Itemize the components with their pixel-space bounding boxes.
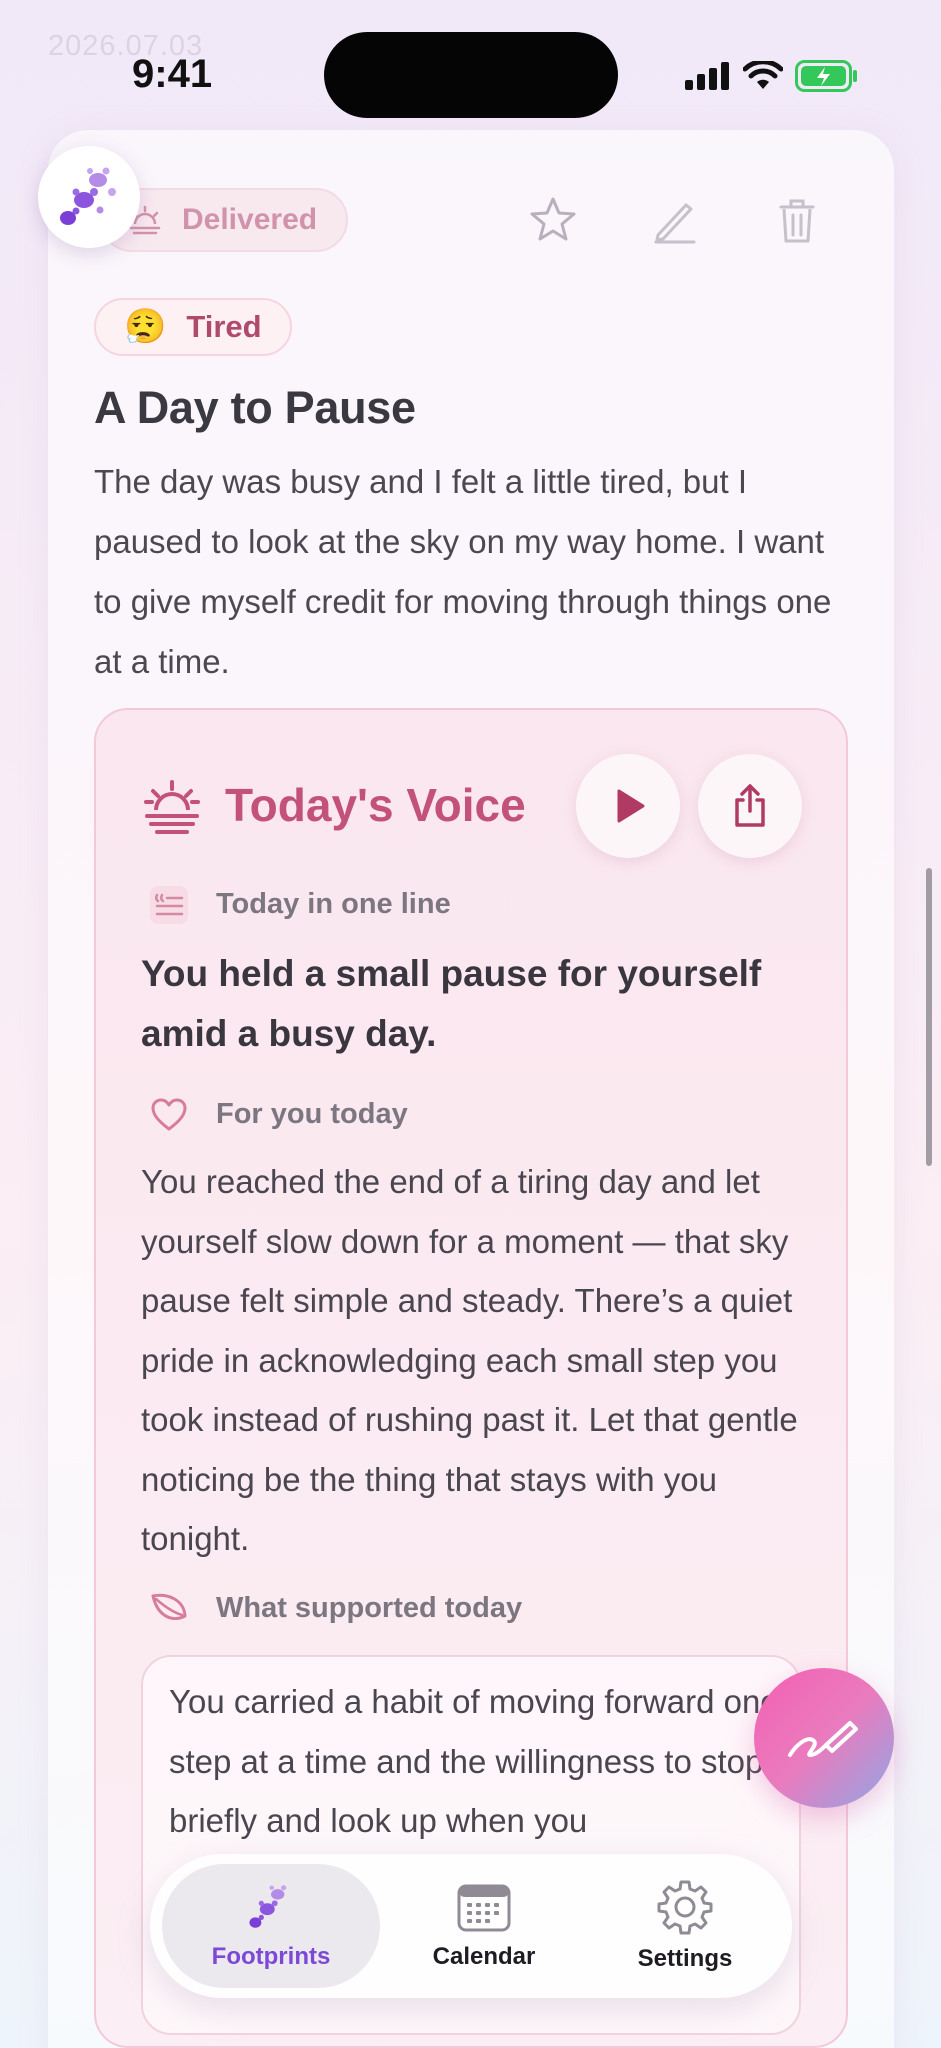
star-icon[interactable] xyxy=(528,192,578,248)
wifi-icon xyxy=(743,61,783,89)
share-button[interactable] xyxy=(698,754,802,858)
support-label: What supported today xyxy=(216,1592,523,1624)
pen-icon xyxy=(788,1721,858,1757)
entry-title: A Day to Pause xyxy=(94,382,416,433)
tab-bar: Footprints Calendar Settings xyxy=(150,1854,792,1998)
oneline-label: Today in one line xyxy=(216,888,451,920)
foryou-label: For you today xyxy=(216,1098,408,1130)
tab-footprints[interactable]: Footprints xyxy=(162,1864,380,1988)
play-icon xyxy=(617,789,645,823)
footprints-logo-icon xyxy=(60,167,116,225)
scrollbar[interactable] xyxy=(926,868,932,1166)
foryou-text: You reached the end of a tiring day and … xyxy=(141,1163,798,1557)
status-bar: 2026.07.03 9:41 xyxy=(0,0,941,120)
mood-emoji-icon: 😮‍💨 xyxy=(124,308,167,346)
entry-body: The day was busy and I felt a little tir… xyxy=(94,463,832,680)
gear-icon xyxy=(657,1880,713,1935)
oneline-text: You held a small pause for yourself amid… xyxy=(141,953,762,1054)
status-time: 9:41 xyxy=(132,52,213,96)
share-icon xyxy=(735,784,765,827)
trash-icon[interactable] xyxy=(772,192,822,248)
status-badge-label: Delivered xyxy=(182,203,318,236)
tab-settings-label: Settings xyxy=(637,1945,733,1972)
mood-tag: 😮‍💨 Tired xyxy=(94,298,292,356)
play-button[interactable] xyxy=(576,754,680,858)
sunrise-icon xyxy=(144,780,200,834)
leaf-icon xyxy=(151,1593,187,1620)
todays-voice-title: Today's Voice xyxy=(225,779,526,831)
battery-icon xyxy=(795,60,857,92)
support-text: You carried a habit of moving forward on… xyxy=(169,1683,779,1839)
compose-button[interactable] xyxy=(754,1668,894,1808)
tab-calendar[interactable]: Calendar xyxy=(392,1864,576,1988)
tab-calendar-label: Calendar xyxy=(432,1943,536,1970)
footprints-icon xyxy=(249,1885,287,1928)
app-avatar[interactable] xyxy=(38,146,140,248)
tab-settings[interactable]: Settings xyxy=(590,1864,780,1988)
dynamic-island xyxy=(324,32,618,118)
quote-icon xyxy=(150,886,188,924)
status-icons xyxy=(685,56,859,96)
heart-icon xyxy=(151,1098,187,1131)
tab-footprints-label: Footprints xyxy=(211,1943,331,1970)
signal-icon xyxy=(685,62,729,90)
edit-icon[interactable] xyxy=(650,192,700,248)
mood-label: Tired xyxy=(186,309,262,344)
calendar-icon xyxy=(457,1884,511,1932)
